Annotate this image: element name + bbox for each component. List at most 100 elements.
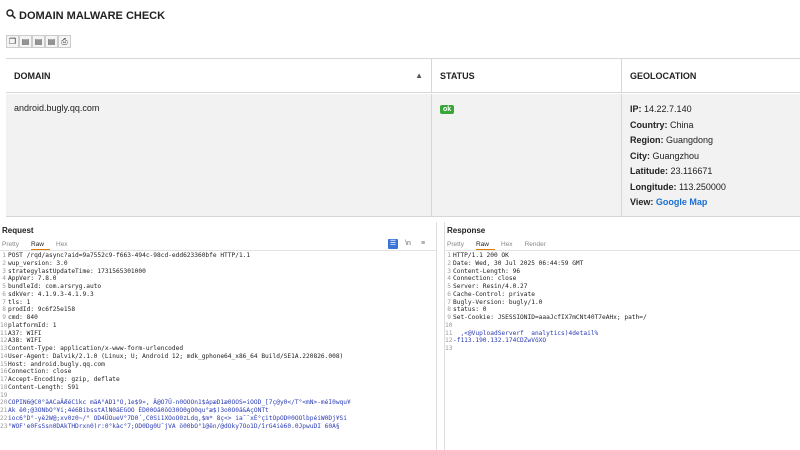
line-text: A37: WIFI	[8, 329, 42, 337]
line-number: 15	[0, 360, 8, 368]
response-tab-raw[interactable]: Raw	[475, 238, 495, 250]
line-number: 3	[447, 267, 451, 275]
pdf-icon[interactable]: ▤	[45, 35, 58, 48]
column-header-status[interactable]: STATUS	[432, 59, 622, 93]
code-line: 7 Bugly-Version: bugly/1.0	[445, 299, 800, 307]
code-line: 9 Set-Cookie: JSESSIONID=aaaJcfIX7mCNt40T…	[445, 314, 800, 322]
column-header-geolocation[interactable]: GEOLOCATION	[622, 59, 800, 93]
line-text: -f113.190.132.174CDZwVöXO	[453, 337, 547, 345]
code-line: 15 Host: android.bugly.qq.com	[0, 361, 436, 369]
line-text: Server: Resin/4.0.27	[453, 283, 528, 290]
line-text: Bugly-Version: bugly/1.0	[453, 298, 543, 306]
column-header-domain[interactable]: DOMAIN ▲	[6, 59, 432, 93]
line-number: 6	[447, 290, 451, 298]
geolocation-cell: IP: 14.22.7.140 Country: China Region: G…	[622, 94, 800, 216]
newline-toggle-icon[interactable]: \n	[403, 239, 413, 249]
line-text: prodId: 9c6f25e158	[8, 306, 76, 314]
geo-ip: IP: 14.22.7.140	[630, 104, 692, 114]
line-number: 20	[0, 399, 8, 407]
excel-icon[interactable]: ▤	[32, 35, 45, 48]
line-number: 1	[447, 252, 451, 259]
google-map-link[interactable]: Google Map	[656, 197, 708, 207]
code-line: 3 Content-Length: 96	[445, 268, 800, 276]
line-number: 9	[2, 314, 6, 321]
geo-longitude: Longitude: 113.250000	[630, 181, 726, 192]
line-text: ,<@VuploadServerf analytics)4detail%	[453, 329, 599, 337]
response-tab-render[interactable]: Render	[525, 238, 552, 250]
line-number: 2	[2, 259, 6, 267]
line-number: 5	[2, 283, 6, 290]
line-text: COPIN6@C0°äACaÄÆéCìkc mäA°AD1°O,1e$9», Ä…	[8, 399, 351, 407]
request-tab-raw[interactable]: Raw	[30, 238, 50, 250]
code-line: 16 Connection: close	[0, 368, 436, 376]
code-line: 7 tls: 1	[0, 299, 436, 307]
line-number: 1	[2, 252, 6, 259]
line-number: 16	[0, 368, 8, 376]
code-line: 9 cmd: 840	[0, 314, 436, 322]
line-number: 3	[2, 267, 6, 275]
sort-up-icon[interactable]: ▲	[415, 59, 423, 93]
geo-city: City: Guangzhou	[630, 150, 700, 161]
code-line: 10	[445, 322, 800, 330]
response-tab-hex[interactable]: Hex	[501, 238, 519, 250]
line-number: 21	[0, 407, 8, 414]
response-tab-pretty[interactable]: Pretty	[447, 238, 470, 250]
line-text: AppVer: 7.8.0	[8, 275, 57, 283]
code-line: 3 strategylastUpdateTime: 1731565301000	[0, 268, 436, 276]
code-line: 4 AppVer: 7.8.0	[0, 275, 436, 283]
request-body[interactable]: 1 POST /rqd/async?aid=9a7552c9-f663-494c-…	[0, 251, 436, 430]
copy-icon[interactable]: ❐	[6, 35, 19, 48]
line-text: sdkVer: 4.1.9.3-4.1.9.3	[8, 290, 94, 298]
line-text: °WOF'e0FsSsn0DAkTHDrxn0)r:0°kàc°7;OD0Dg0…	[8, 422, 340, 430]
code-line: 2 Date: Wed, 30 Jul 2025 06:44:59 GMT	[445, 260, 800, 268]
line-text: platformId: 1	[8, 321, 57, 329]
page-title: DOMAIN MALWARE CHECK	[6, 9, 165, 22]
response-title: Response	[447, 226, 486, 235]
line-text: Set-Cookie: JSESSIONID=aaaJcfIX7mCNt40T7…	[453, 314, 647, 321]
csv-icon[interactable]: ▤	[19, 35, 32, 48]
wrap-lines-icon[interactable]: ☰	[388, 239, 398, 249]
code-line: 23 °WOF'e0FsSsn0DAkTHDrxn0)r:0°kàc°7;OD0D…	[0, 423, 436, 431]
domain-cell: android.bugly.qq.com	[6, 94, 432, 216]
line-text: Content-Length: 591	[8, 383, 79, 391]
line-text: status: 0	[453, 306, 487, 314]
code-line: 21 Ak ë0;@3ONbO°¥i;4é6BibsstAlN0äEGOO ÈD0…	[0, 407, 436, 415]
geo-latitude: Latitude: 23.116671	[630, 166, 713, 176]
page-title-text: DOMAIN MALWARE CHECK	[19, 9, 166, 22]
line-number: 4	[447, 275, 451, 283]
code-line: 13 Content-Type: application/x-www-form-u…	[0, 345, 436, 353]
line-text: Accept-Encoding: gzip, deflate	[8, 376, 120, 383]
code-line: 12 -f113.190.132.174CDZwVöXO	[445, 337, 800, 345]
status-badge: ok	[440, 105, 455, 114]
line-text: Connection: close	[8, 368, 72, 376]
results-table: DOMAIN ▲ STATUS GEOLOCATION android.bugl…	[6, 58, 800, 217]
print-icon[interactable]: ⎙	[58, 35, 71, 48]
code-line: 11 ,<@VuploadServerf analytics)4detail%	[445, 330, 800, 338]
line-number: 19	[0, 391, 8, 399]
table-row: android.bugly.qq.com ok IP: 14.22.7.140 …	[6, 94, 800, 217]
request-panel: Request Pretty Raw Hex ☰ \n ≡ 1 POST /rqd…	[0, 222, 437, 450]
line-text: Content-Length: 96	[453, 267, 521, 275]
code-line: 18 Content-Length: 591	[0, 384, 436, 392]
request-title: Request	[2, 226, 34, 235]
line-number: 8	[2, 306, 6, 314]
line-number: 10	[0, 321, 8, 329]
line-number: 23	[0, 422, 8, 430]
line-text: wup_version: 3.0	[8, 259, 68, 267]
code-line: 6 sdkVer: 4.1.9.3-4.1.9.3	[0, 291, 436, 299]
request-tab-hex[interactable]: Hex	[56, 238, 74, 250]
line-text: Ak ë0;@3ONbO°¥i;4é6BibsstAlN0äEGOO ÈD00O…	[8, 407, 269, 414]
code-line: 4 Connection: close	[445, 275, 800, 283]
response-body[interactable]: 1 HTTP/1.1 200 OK 2 Date: Wed, 30 Jul 2025 …	[445, 251, 800, 353]
menu-icon[interactable]: ≡	[418, 239, 428, 249]
line-text: tls: 1	[8, 298, 31, 306]
code-line: 6 Cache-Control: private	[445, 291, 800, 299]
response-panel: Response Pretty Raw Hex Render 1 HTTP/1.1…	[444, 222, 800, 450]
code-line: 8 status: 0	[445, 306, 800, 314]
code-line: 14 User-Agent: Dalvik/2.1.0 (Linux; U; An…	[0, 353, 436, 361]
request-tools: ☰ \n ≡	[388, 239, 428, 249]
request-tab-pretty[interactable]: Pretty	[2, 238, 25, 250]
line-text: ioc6°D°-yè2W@;xv0z0~/° OD4ÜOueV°7D0´,C0S…	[8, 414, 347, 422]
magnifier-icon	[6, 9, 16, 22]
geo-view: View: Google Map	[630, 197, 708, 207]
